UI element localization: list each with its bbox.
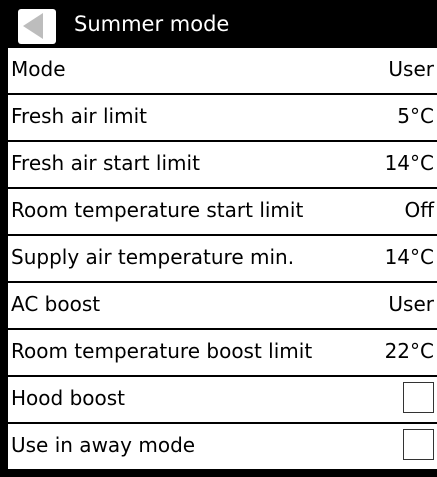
- setting-label: AC boost: [11, 292, 101, 316]
- setting-row-fresh-air-start-limit[interactable]: Fresh air start limit 14°C: [8, 142, 437, 187]
- setting-row-room-temperature-boost-limit[interactable]: Room temperature boost limit 22°C: [8, 330, 437, 375]
- setting-value: 22°C: [384, 339, 434, 363]
- setting-row-fresh-air-limit[interactable]: Fresh air limit 5°C: [8, 95, 437, 140]
- setting-label: Mode: [11, 57, 66, 81]
- setting-label: Supply air temperature min.: [11, 245, 295, 269]
- settings-list: Mode User Fresh air limit 5°C Fresh air …: [0, 48, 437, 471]
- back-arrow-icon: [23, 13, 43, 39]
- setting-row-ac-boost[interactable]: AC boost User: [8, 283, 437, 328]
- setting-label: Fresh air limit: [11, 104, 147, 128]
- setting-row-room-temperature-start-limit[interactable]: Room temperature start limit Off: [8, 189, 437, 234]
- setting-row-hood-boost[interactable]: Hood boost: [8, 377, 437, 422]
- setting-value: 5°C: [397, 104, 434, 128]
- header-bar: Summer mode: [0, 0, 437, 48]
- use-in-away-mode-checkbox[interactable]: [403, 429, 434, 460]
- setting-value: 14°C: [384, 151, 434, 175]
- setting-row-supply-air-temperature-min[interactable]: Supply air temperature min. 14°C: [8, 236, 437, 281]
- setting-label: Use in away mode: [11, 433, 196, 457]
- setting-value: User: [388, 292, 434, 316]
- summer-mode-screen: Summer mode Mode User Fresh air limit 5°…: [0, 0, 437, 477]
- setting-label: Room temperature start limit: [11, 198, 304, 222]
- hood-boost-checkbox[interactable]: [403, 382, 434, 413]
- page-title: Summer mode: [74, 12, 230, 36]
- setting-value: User: [388, 57, 434, 81]
- setting-label: Room temperature boost limit: [11, 339, 313, 363]
- back-button[interactable]: [18, 9, 56, 44]
- setting-value: Off: [404, 198, 434, 222]
- setting-label: Hood boost: [11, 386, 125, 410]
- setting-value: 14°C: [384, 245, 434, 269]
- setting-label: Fresh air start limit: [11, 151, 200, 175]
- setting-row-use-in-away-mode[interactable]: Use in away mode: [8, 424, 437, 469]
- setting-row-mode[interactable]: Mode User: [8, 48, 437, 93]
